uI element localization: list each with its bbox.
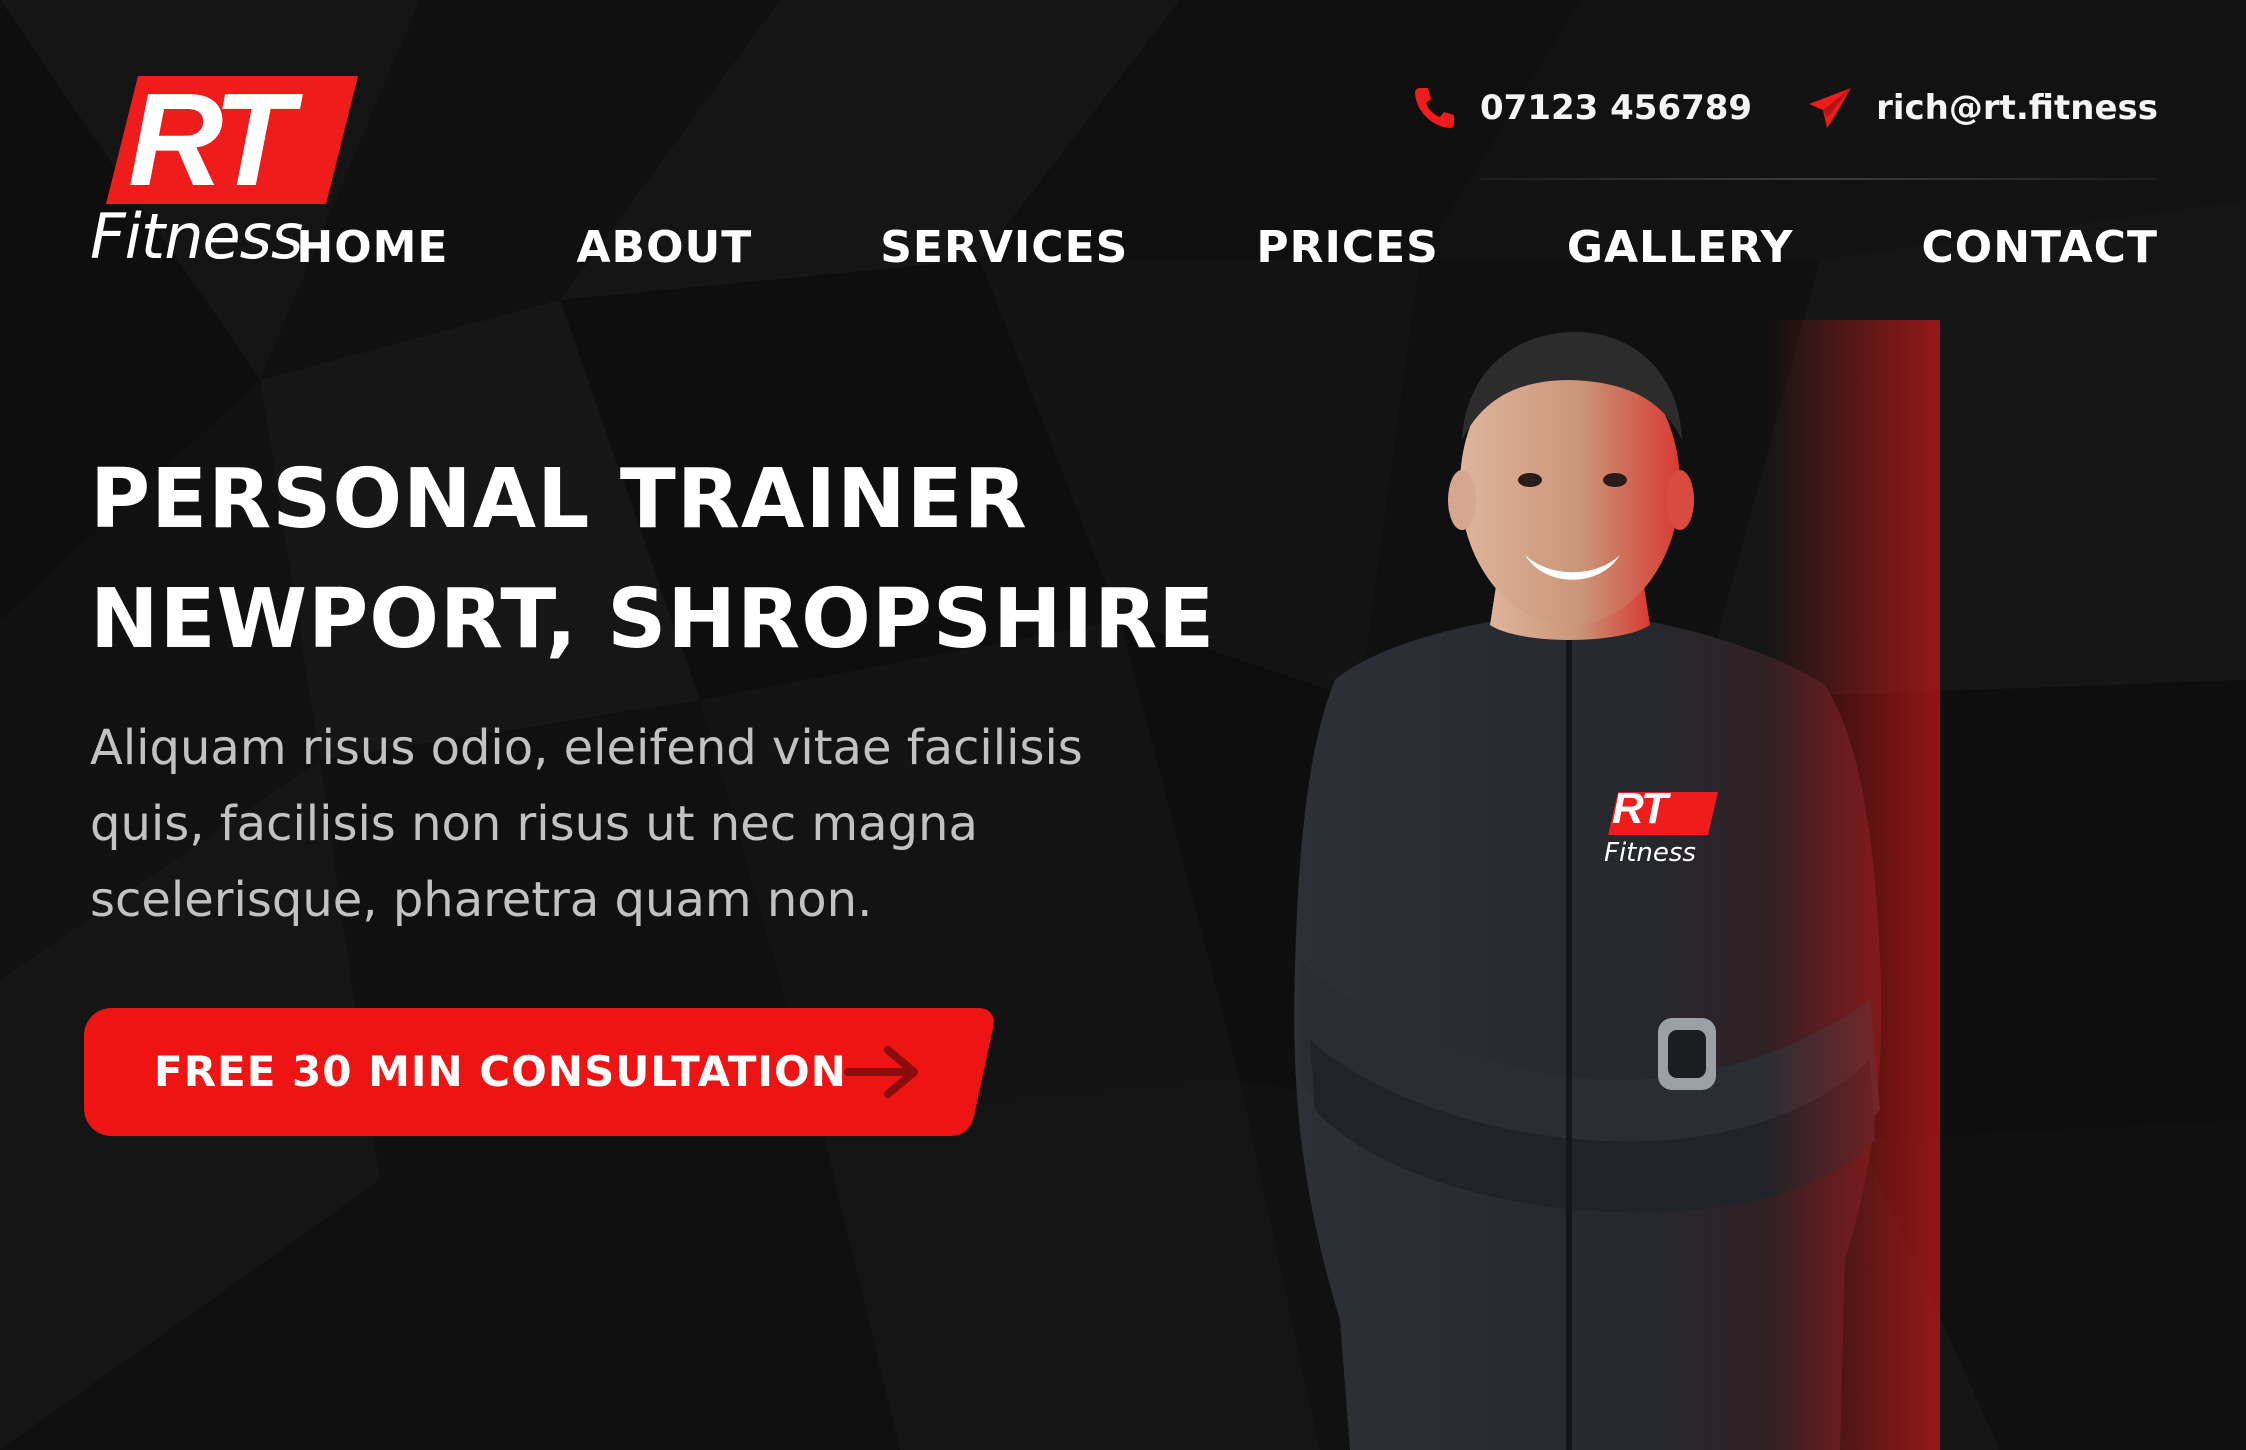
paper-plane-icon: [1809, 88, 1852, 128]
nav-item-services[interactable]: SERVICES: [880, 218, 1128, 278]
hero-description: Aliquam risus odio, eleifend vitae facil…: [90, 720, 1083, 928]
phone-icon: [1415, 88, 1454, 128]
email-link[interactable]: rich@rt.fitness: [1806, 84, 2158, 132]
nav-item-gallery[interactable]: GALLERY: [1567, 218, 1794, 278]
nav-item-about[interactable]: ABOUT: [576, 218, 752, 278]
phone-link[interactable]: 07123 456789: [1410, 84, 1752, 132]
trainer-photo: [1240, 320, 1940, 1450]
logo-rt-text: RT: [128, 66, 294, 213]
hero-title-line-1: PERSONAL TRAINER: [90, 452, 1028, 547]
email-address: rich@rt.fitness: [1876, 88, 2158, 128]
main-nav: HOME ABOUT SERVICES PRICES GALLERY CONTA…: [296, 218, 2158, 278]
cta-label: FREE 30 MIN CONSULTATION: [154, 1047, 847, 1096]
nav-item-prices[interactable]: PRICES: [1256, 218, 1439, 278]
nav-item-home[interactable]: HOME: [296, 218, 448, 278]
free-consultation-button[interactable]: FREE 30 MIN CONSULTATION: [84, 1008, 994, 1136]
contact-bar: 07123 456789 rich@rt.fitness: [1410, 78, 2158, 138]
header-divider: [1480, 178, 2156, 180]
nav-item-contact[interactable]: CONTACT: [1922, 218, 2158, 278]
shirt-logo-rt: RT: [1612, 784, 1668, 833]
hero-title: PERSONAL TRAINER NEWPORT, SHROPSHIRE: [90, 440, 1290, 680]
hero-title-line-2: NEWPORT, SHROPSHIRE: [90, 572, 1216, 667]
phone-number: 07123 456789: [1480, 88, 1753, 128]
arrow-right-icon: [844, 1046, 918, 1098]
shirt-logo-fitness: Fitness: [1604, 838, 1696, 868]
